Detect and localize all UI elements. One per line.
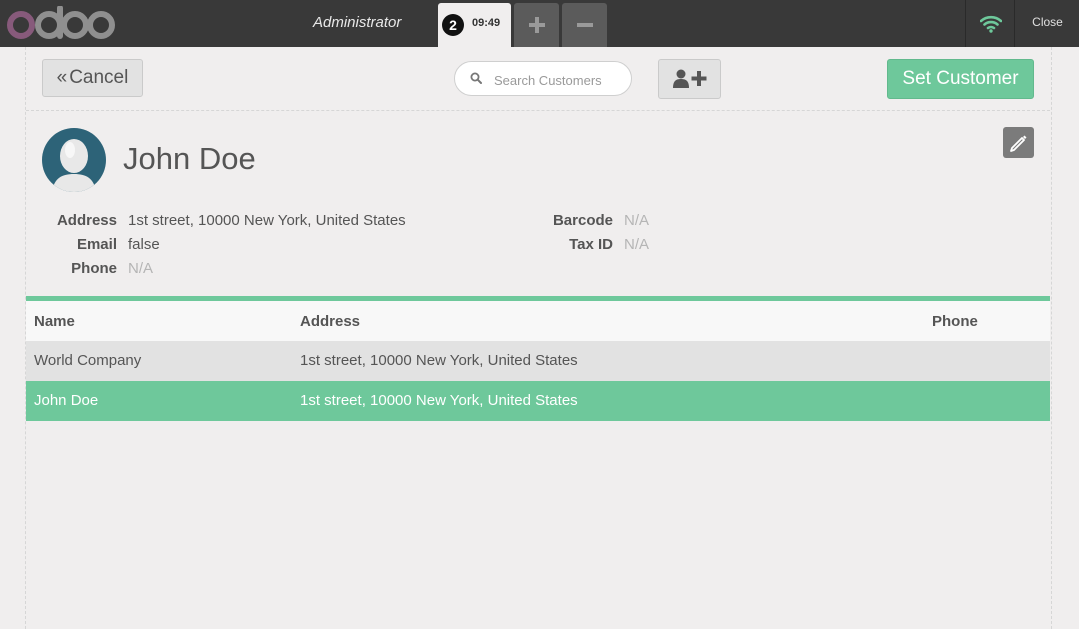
plus-icon [528,17,545,33]
table-row-selected[interactable]: John Doe 1st street, 10000 New York, Uni… [26,381,1050,421]
toolbar-divider [26,110,1050,111]
barcode-label: Barcode [552,212,613,229]
add-user-icon [672,69,706,88]
cashier-name[interactable]: Administrator [313,14,401,31]
email-label: Email [76,236,117,253]
order-time: 09:49 [472,17,501,29]
row-name: World Company [34,352,142,369]
table-row[interactable]: World Company 1st street, 10000 New York… [26,341,1050,381]
barcode-value: N/A [624,212,650,229]
customer-table: Name Address Phone World Company 1st str… [26,296,1050,421]
top-bar: Administrator 2 09:49 Close [0,0,1079,47]
address-label: Address [56,212,117,229]
double-chevron-left-icon: « [56,67,68,88]
edit-customer-button[interactable] [1003,127,1034,158]
cancel-button[interactable]: « Cancel [42,59,143,97]
row-name: John Doe [34,392,99,409]
close-button[interactable]: Close [1014,0,1079,47]
order-tab[interactable]: 2 09:49 [438,3,511,47]
customer-avatar [42,128,106,192]
column-header-address: Address [300,313,361,330]
search-icon [470,72,482,84]
network-status[interactable] [965,0,1015,47]
tax-id-label: Tax ID [569,236,613,253]
pencil-icon [1009,135,1026,152]
address-value: 1st street, 10000 New York, United State… [128,212,406,229]
odoo-logo [7,6,115,39]
add-order-button[interactable] [514,3,559,47]
phone-value: N/A [128,260,154,277]
minus-icon [576,23,593,27]
customer-name: John Doe [123,141,256,176]
set-customer-button[interactable]: Set Customer [887,59,1034,99]
remove-order-button[interactable] [562,3,607,47]
new-customer-button[interactable] [658,59,721,99]
email-value: false [128,236,160,253]
search-input[interactable] [492,69,626,91]
column-header-name: Name [34,313,75,330]
tax-id-value: N/A [624,236,650,253]
cancel-label: Cancel [69,67,129,88]
order-number-badge: 2 [442,14,464,36]
table-header: Name Address Phone [26,301,1050,341]
phone-label: Phone [71,260,117,277]
search-box[interactable] [454,61,632,96]
wifi-icon [979,15,1002,33]
user-silhouette-icon [52,139,96,192]
column-header-phone: Phone [932,313,978,330]
row-address: 1st street, 10000 New York, United State… [300,352,578,369]
row-address: 1st street, 10000 New York, United State… [300,392,578,409]
